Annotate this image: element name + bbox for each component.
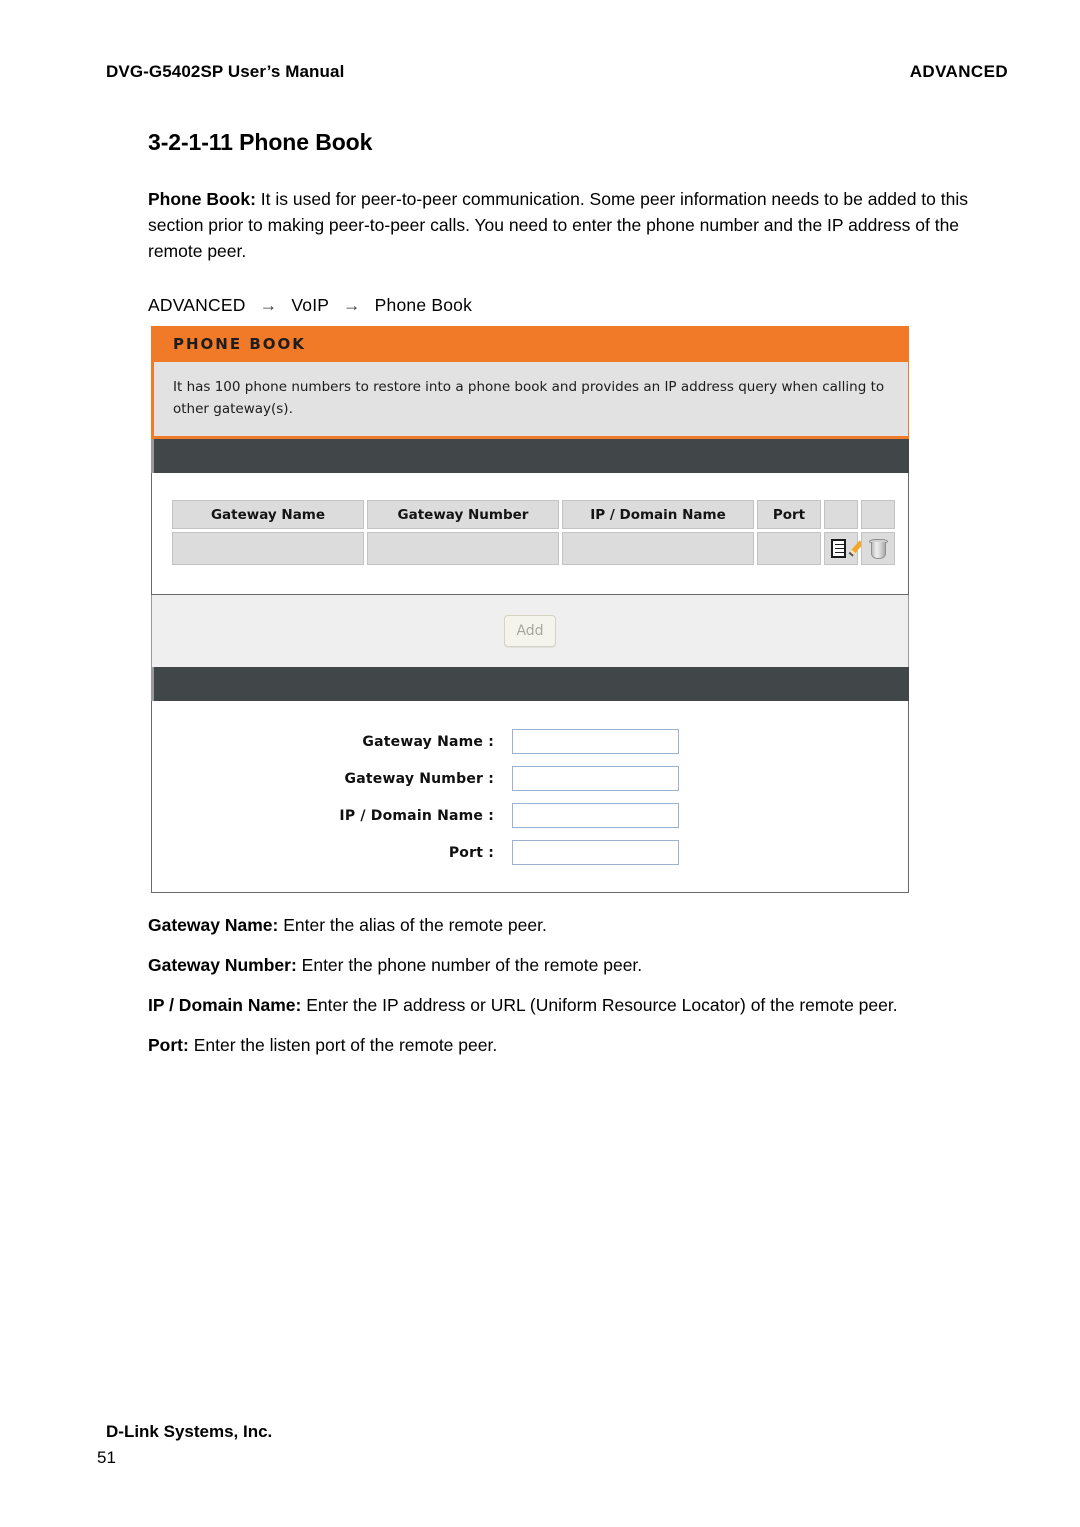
description-gateway-name: Gateway Name: Enter the alias of the rem… — [148, 912, 1028, 938]
delete-row-button[interactable] — [861, 532, 895, 565]
intro-text: It is used for peer-to-peer communicatio… — [148, 189, 968, 261]
add-button[interactable]: Add — [504, 615, 556, 647]
cell-ip-domain-name[interactable] — [562, 532, 754, 565]
description-term: Gateway Name: — [148, 915, 279, 935]
form-section-bar — [151, 667, 909, 701]
form-row-ip-domain-name: IP / Domain Name : — [152, 797, 908, 834]
description-ip-domain-name: IP / Domain Name: Enter the IP address o… — [148, 992, 1028, 1018]
description-gateway-number: Gateway Number: Enter the phone number o… — [148, 952, 1028, 978]
breadcrumb-item-advanced: ADVANCED — [148, 295, 246, 315]
field-descriptions: Gateway Name: Enter the alias of the rem… — [148, 912, 1028, 1072]
description-port: Port: Enter the listen port of the remot… — [148, 1032, 1028, 1058]
description-term: Port: — [148, 1035, 189, 1055]
input-ip-domain-name[interactable] — [512, 803, 679, 828]
intro-term: Phone Book: — [148, 189, 256, 209]
form-row-gateway-number: Gateway Number : — [152, 760, 908, 797]
arrow-right-icon: → — [259, 295, 278, 315]
running-head: DVG-G5402SP User’s Manual ADVANCED — [106, 62, 1008, 82]
input-port[interactable] — [512, 840, 679, 865]
panel-description: It has 100 phone numbers to restore into… — [151, 362, 909, 439]
label-gateway-name: Gateway Name : — [362, 733, 494, 750]
breadcrumb-item-phone-book: Phone Book — [374, 295, 473, 315]
cell-port[interactable] — [757, 532, 821, 565]
column-header-gateway-name: Gateway Name — [172, 500, 364, 529]
footer-company: D-Link Systems, Inc. — [106, 1422, 273, 1441]
description-text: Enter the alias of the remote peer. — [278, 915, 547, 935]
arrow-right-icon: → — [342, 295, 361, 315]
description-term: Gateway Number: — [148, 955, 297, 975]
section-marker: ADVANCED — [909, 62, 1008, 81]
input-gateway-name[interactable] — [512, 729, 679, 754]
breadcrumb-item-voip: VoIP — [291, 295, 329, 315]
column-header-edit — [824, 500, 858, 529]
phone-book-table: Gateway Name Gateway Number IP / Domain … — [169, 497, 898, 568]
description-term: IP / Domain Name: — [148, 995, 302, 1015]
label-ip-domain-name: IP / Domain Name : — [339, 807, 494, 824]
description-text: Enter the IP address or URL (Uniform Res… — [301, 995, 898, 1015]
add-button-band: Add — [151, 595, 909, 667]
manual-title: DVG-G5402SP User’s Manual — [106, 62, 345, 81]
input-gateway-number[interactable] — [512, 766, 679, 791]
column-header-ip-domain-name: IP / Domain Name — [562, 500, 754, 529]
label-gateway-number: Gateway Number : — [344, 770, 494, 787]
phone-book-form: Gateway Name : Gateway Number : IP / Dom… — [151, 701, 909, 893]
table-header-row: Gateway Name Gateway Number IP / Domain … — [172, 500, 895, 529]
table-section-bar — [151, 439, 909, 473]
form-row-gateway-name: Gateway Name : — [152, 723, 908, 760]
page-title: 3-2-1-11 Phone Book — [148, 129, 373, 155]
cell-gateway-name[interactable] — [172, 532, 364, 565]
edit-icon — [830, 538, 863, 560]
description-text: Enter the listen port of the remote peer… — [188, 1035, 498, 1055]
column-header-delete — [861, 500, 895, 529]
form-row-port: Port : — [152, 834, 908, 871]
table-row — [172, 532, 895, 565]
edit-row-button[interactable] — [824, 532, 863, 565]
column-header-gateway-number: Gateway Number — [367, 500, 559, 529]
cell-gateway-number[interactable] — [367, 532, 559, 565]
trash-icon — [868, 538, 888, 560]
description-text: Enter the phone number of the remote pee… — [296, 955, 643, 975]
panel-header-title: PHONE BOOK — [151, 326, 909, 362]
footer-page-number: 51 — [97, 1448, 116, 1467]
phone-book-table-section: Gateway Name Gateway Number IP / Domain … — [151, 473, 909, 595]
label-port: Port : — [448, 844, 494, 861]
column-header-port: Port — [757, 500, 821, 529]
intro-paragraph: Phone Book: It is used for peer-to-peer … — [148, 186, 993, 264]
breadcrumb: ADVANCED → VoIP → Phone Book — [148, 295, 472, 316]
phone-book-panel: PHONE BOOK It has 100 phone numbers to r… — [151, 326, 909, 893]
